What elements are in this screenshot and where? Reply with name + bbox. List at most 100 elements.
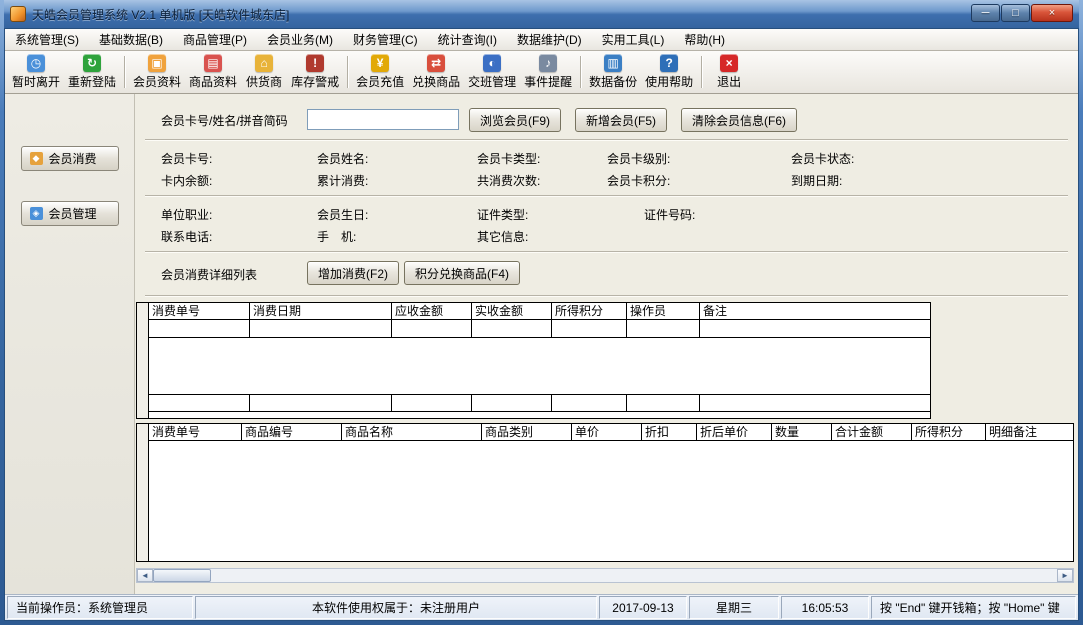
column-header: 消费单号 xyxy=(149,424,242,440)
label-expire-date: 到期日期: xyxy=(791,172,842,189)
toolbar-shift-manage[interactable]: ◐ 交班管理 xyxy=(464,53,520,91)
member-info-row-3: 单位职业: 会员生日: 证件类型: 证件号码: xyxy=(141,202,1072,224)
separator xyxy=(145,139,1068,141)
toolbar-goods-profile[interactable]: ▤ 商品资料 xyxy=(185,53,241,91)
consume-table-footer-space xyxy=(149,412,930,418)
grid-cell xyxy=(627,320,700,337)
toolbar-relogin[interactable]: ↻ 重新登陆 xyxy=(64,53,120,91)
close-button[interactable]: × xyxy=(1031,4,1073,22)
label-phone: 联系电话: xyxy=(161,228,212,245)
column-header: 应收金额 xyxy=(392,303,472,319)
statusbar: 当前操作员：系统管理员 本软件使用权属于：未注册用户 2017-09-13 星期… xyxy=(5,594,1078,620)
menu-member-business[interactable]: 会员业务(M) xyxy=(257,29,343,50)
column-header: 操作员 xyxy=(627,303,700,319)
consume-items-table: 消费单号 商品编号 商品名称 商品类别 单价 折扣 折后单价 数量 合计金额 所… xyxy=(136,423,1074,562)
toolbar-member-profile[interactable]: ▣ 会员资料 xyxy=(129,53,185,91)
column-header: 折扣 xyxy=(642,424,697,440)
grid-cell xyxy=(627,395,700,411)
menu-tools[interactable]: 实用工具(L) xyxy=(592,29,675,50)
add-member-button[interactable]: 新增会员(F5) xyxy=(575,108,667,132)
scroll-track[interactable] xyxy=(153,569,1057,582)
toolbar-help[interactable]: ? 使用帮助 xyxy=(641,53,697,91)
clear-member-button[interactable]: 清除会员信息(F6) xyxy=(681,108,797,132)
member-consume-icon: ◆ xyxy=(30,152,43,165)
consume-table-body xyxy=(149,338,930,394)
grid-cell xyxy=(472,395,552,411)
content-panel: 会员卡号/姓名/拼音简码 浏览会员(F9) 新增会员(F5) 清除会员信息(F6… xyxy=(135,94,1078,594)
minimize-button[interactable]: ─ xyxy=(971,4,1000,22)
member-consume-button[interactable]: ◆ 会员消费 xyxy=(21,146,119,171)
table-row[interactable] xyxy=(149,394,930,412)
toolbar-label: 库存警戒 xyxy=(291,73,339,90)
grid-cell xyxy=(149,320,250,337)
items-table-header: 消费单号 商品编号 商品名称 商品类别 单价 折扣 折后单价 数量 合计金额 所… xyxy=(149,424,1073,441)
status-weekday: 星期三 xyxy=(689,596,779,619)
menu-finance[interactable]: 财务管理(C) xyxy=(343,29,428,50)
column-header: 商品名称 xyxy=(342,424,482,440)
column-header: 实收金额 xyxy=(472,303,552,319)
status-date: 2017-09-13 xyxy=(599,596,687,619)
toolbar-recharge[interactable]: ¥ 会员充值 xyxy=(352,53,408,91)
table-row[interactable] xyxy=(149,320,930,338)
toolbar-event-reminder[interactable]: ♪ 事件提醒 xyxy=(520,53,576,91)
horizontal-scrollbar[interactable]: ◄ ► xyxy=(136,568,1074,583)
member-info-row-4: 联系电话: 手 机: 其它信息: xyxy=(141,224,1072,246)
toolbar-data-backup[interactable]: ▥ 数据备份 xyxy=(585,53,641,91)
column-header: 折后单价 xyxy=(697,424,772,440)
toolbar-label: 兑换商品 xyxy=(412,73,460,90)
label-member-name: 会员姓名: xyxy=(317,150,368,167)
supplier-icon: ⌂ xyxy=(255,54,273,72)
label-card-points: 会员卡积分: xyxy=(607,172,670,189)
column-header: 合计金额 xyxy=(832,424,912,440)
browse-member-button[interactable]: 浏览会员(F9) xyxy=(469,108,561,132)
toolbar-supplier[interactable]: ⌂ 供货商 xyxy=(241,53,287,91)
scroll-thumb[interactable] xyxy=(153,569,211,582)
toolbar-separator xyxy=(580,56,581,88)
toolbar-exchange-goods[interactable]: ⇄ 兑换商品 xyxy=(408,53,464,91)
toolbar-label: 退出 xyxy=(717,73,741,90)
column-header: 所得积分 xyxy=(912,424,986,440)
search-row: 会员卡号/姓名/拼音简码 浏览会员(F9) 新增会员(F5) 清除会员信息(F6… xyxy=(141,108,1072,134)
grid-cell xyxy=(149,395,250,411)
member-manage-button[interactable]: ◈ 会员管理 xyxy=(21,201,119,226)
menu-goods-manage[interactable]: 商品管理(P) xyxy=(173,29,257,50)
maximize-button[interactable]: □ xyxy=(1001,4,1030,22)
status-license: 本软件使用权属于：未注册用户 xyxy=(195,596,597,619)
consume-table: 消费单号 消费日期 应收金额 实收金额 所得积分 操作员 备注 xyxy=(136,302,931,419)
toolbar-label: 供货商 xyxy=(246,73,282,90)
label-birthday: 会员生日: xyxy=(317,206,368,223)
exchange-goods-icon: ⇄ xyxy=(427,54,445,72)
shift-manage-icon: ◐ xyxy=(483,54,501,72)
search-label: 会员卡号/姓名/拼音简码 xyxy=(161,112,288,129)
menu-stats-query[interactable]: 统计查询(I) xyxy=(428,29,507,50)
grid-cell xyxy=(392,395,472,411)
toolbar-pause-leave[interactable]: ◷ 暂时离开 xyxy=(8,53,64,91)
toolbar-exit[interactable]: × 退出 xyxy=(706,53,752,91)
add-consume-button[interactable]: 增加消费(F2) xyxy=(307,261,399,285)
menubar: 系统管理(S) 基础数据(B) 商品管理(P) 会员业务(M) 财务管理(C) … xyxy=(5,29,1078,51)
scroll-left-arrow[interactable]: ◄ xyxy=(137,569,153,582)
menu-basic-data[interactable]: 基础数据(B) xyxy=(89,29,173,50)
member-profile-icon: ▣ xyxy=(148,54,166,72)
toolbar: ◷ 暂时离开 ↻ 重新登陆 ▣ 会员资料 ▤ 商品资料 ⌂ 供货商 ! xyxy=(5,51,1078,94)
grid-cell xyxy=(700,320,930,337)
toolbar-label: 使用帮助 xyxy=(645,73,693,90)
points-exchange-button[interactable]: 积分兑换商品(F4) xyxy=(404,261,520,285)
label-mobile: 手 机: xyxy=(317,228,356,245)
member-search-input[interactable] xyxy=(307,109,459,130)
toolbar-stock-alert[interactable]: ! 库存警戒 xyxy=(287,53,343,91)
grid-cell xyxy=(472,320,552,337)
menu-help[interactable]: 帮助(H) xyxy=(674,29,735,50)
menu-data-maintain[interactable]: 数据维护(D) xyxy=(507,29,592,50)
menu-system[interactable]: 系统管理(S) xyxy=(5,29,89,50)
grid-cell xyxy=(392,320,472,337)
toolbar-label: 会员充值 xyxy=(356,73,404,90)
titlebar: 天皓会员管理系统 V2.1 单机版 [天皓软件城东店] ─ □ × xyxy=(4,0,1079,28)
toolbar-label: 事件提醒 xyxy=(524,73,572,90)
toolbar-label: 会员资料 xyxy=(133,73,181,90)
separator xyxy=(145,251,1068,253)
status-operator: 当前操作员：系统管理员 xyxy=(7,596,193,619)
separator xyxy=(145,295,1068,297)
scroll-right-arrow[interactable]: ► xyxy=(1057,569,1073,582)
column-header: 商品编号 xyxy=(242,424,342,440)
